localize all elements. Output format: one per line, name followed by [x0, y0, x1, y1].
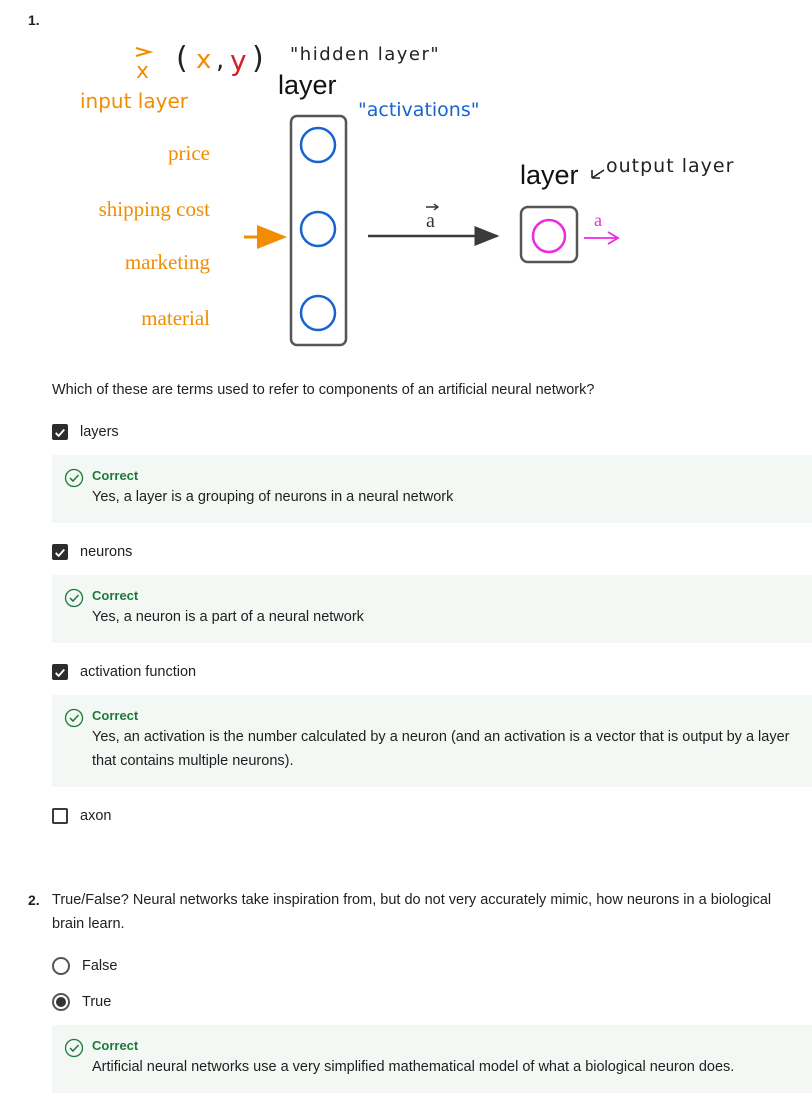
option-label: neurons: [80, 544, 133, 560]
correct-check-icon: [64, 1038, 84, 1058]
output-arrow: [584, 231, 620, 245]
question-2-number: 2.: [28, 892, 40, 908]
input-layer-note: input layer: [80, 89, 189, 113]
option-label: True: [82, 994, 112, 1010]
hidden-neuron-1: [299, 126, 337, 164]
svg-text:): ): [252, 41, 264, 76]
feedback-title: Correct: [92, 588, 139, 603]
radio-selected[interactable]: [52, 993, 70, 1011]
feedback-message: Yes, an activation is the number calcula…: [92, 729, 790, 769]
output-layer-title: layer: [520, 160, 579, 190]
option-true[interactable]: True: [52, 992, 111, 1012]
x-vector-label: x: [136, 59, 149, 84]
checkmark-icon: [55, 548, 65, 557]
feedback-message: Yes, a neuron is a part of a neural netw…: [92, 609, 364, 625]
xy-annotation: ( x , y ): [176, 41, 264, 77]
svg-text:y: y: [230, 44, 247, 77]
feedback-message: Artificial neural networks use a very si…: [92, 1059, 735, 1075]
checkbox-checked[interactable]: [52, 544, 68, 560]
neural-network-diagram: x ( x , y ) "hidden layer" layer input l…: [80, 41, 734, 347]
checkbox-checked[interactable]: [52, 664, 68, 680]
option-label: activation function: [80, 664, 197, 680]
output-neuron: [531, 218, 567, 254]
option-activation-function[interactable]: activation function: [52, 662, 196, 682]
option-axon[interactable]: axon: [52, 806, 111, 826]
correct-check-icon: [64, 588, 84, 608]
input-material: material: [141, 306, 210, 330]
option-label: axon: [80, 808, 112, 824]
feedback-title: Correct: [92, 468, 139, 483]
option-label: False: [82, 958, 118, 974]
radio-unselected[interactable]: [52, 957, 70, 975]
checkmark-icon: [55, 428, 65, 437]
radio-dot: [56, 997, 66, 1007]
feedback-activation-function: Correct Yes, an activation is the number…: [52, 695, 812, 787]
input-marketing: marketing: [125, 250, 211, 274]
activation-vector-label: a: [426, 210, 435, 232]
correct-check-icon: [64, 708, 84, 728]
option-label: layers: [80, 424, 119, 440]
svg-text:x: x: [196, 45, 211, 75]
hidden-layer-title: layer: [278, 70, 337, 100]
output-layer-pointer: [591, 169, 605, 179]
question-2-prompt: True/False? Neural networks take inspira…: [52, 892, 772, 932]
feedback-title: Correct: [92, 708, 139, 723]
svg-text:(: (: [176, 41, 188, 76]
output-a-label: a: [594, 210, 602, 230]
checkbox-checked[interactable]: [52, 424, 68, 440]
correct-check-icon: [64, 468, 84, 488]
question-1-prompt: Which of these are terms used to refer t…: [52, 382, 595, 398]
hidden-neuron-2: [299, 210, 337, 248]
feedback-message: Yes, a layer is a grouping of neurons in…: [92, 489, 454, 505]
input-price: price: [168, 141, 210, 165]
x-vector-annotation: x: [135, 47, 154, 84]
output-layer-note: output layer: [606, 155, 734, 177]
feedback-layers: Correct Yes, a layer is a grouping of ne…: [52, 455, 812, 523]
output-layer-box: [519, 205, 579, 264]
option-false[interactable]: False: [52, 956, 117, 976]
checkbox-unchecked[interactable]: [52, 808, 68, 824]
hidden-neuron-3: [299, 294, 337, 332]
hidden-layer-box: [289, 114, 348, 347]
checkmark-icon: [55, 668, 65, 677]
feedback-true: Correct Artificial neural networks use a…: [52, 1025, 812, 1093]
option-neurons[interactable]: neurons: [52, 542, 132, 562]
option-layers[interactable]: layers: [52, 422, 119, 442]
input-shipping-cost: shipping cost: [99, 197, 211, 221]
feedback-neurons: Correct Yes, a neuron is a part of a neu…: [52, 575, 812, 643]
svg-text:,: ,: [216, 45, 224, 75]
feedback-title: Correct: [92, 1038, 139, 1053]
activations-note: "activations": [358, 99, 479, 121]
hidden-layer-note: "hidden layer": [290, 44, 440, 65]
